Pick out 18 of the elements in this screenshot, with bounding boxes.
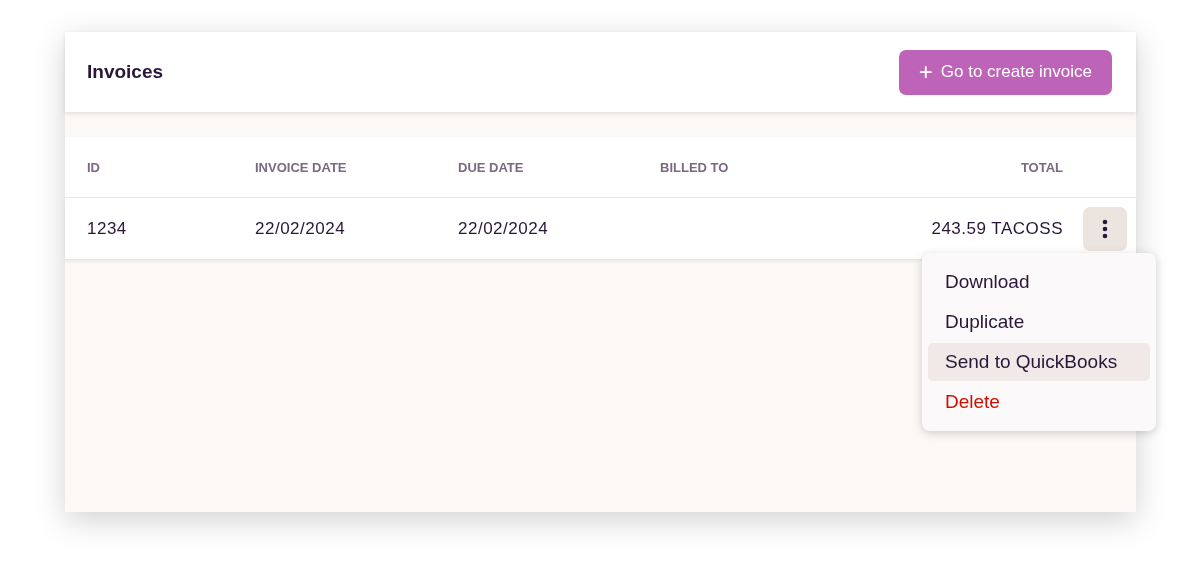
menu-item[interactable]: Send to QuickBooks bbox=[928, 343, 1150, 381]
more-icon bbox=[1102, 218, 1108, 239]
menu-item[interactable]: Duplicate bbox=[928, 303, 1150, 341]
page-title: Invoices bbox=[87, 59, 164, 84]
column-header: ID bbox=[87, 160, 100, 175]
create-invoice-button[interactable]: + Go to create invoice bbox=[898, 49, 1112, 95]
table-cell: 243.59 TACOSS bbox=[931, 218, 1063, 238]
column-header: INVOICE DATE bbox=[255, 160, 347, 175]
table-cell: 22/02/2024 bbox=[458, 218, 549, 238]
table-cell: 22/02/2024 bbox=[255, 218, 346, 238]
column-header: BILLED TO bbox=[660, 160, 729, 175]
menu-item[interactable]: Download bbox=[928, 263, 1150, 301]
plus-icon: + bbox=[918, 60, 933, 84]
menu-item[interactable]: Delete bbox=[928, 383, 1150, 421]
column-header: DUE DATE bbox=[458, 160, 524, 175]
column-header: TOTAL bbox=[1020, 160, 1063, 175]
table-cell: 1234 bbox=[87, 218, 127, 238]
more-button[interactable] bbox=[1083, 206, 1127, 251]
